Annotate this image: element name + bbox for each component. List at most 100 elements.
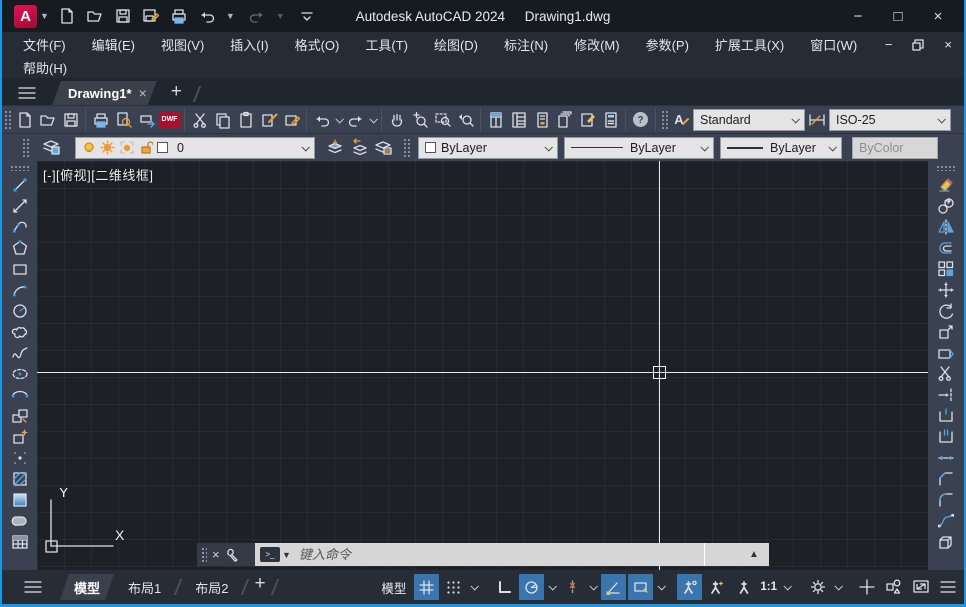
command-bar-grip[interactable] xyxy=(201,547,207,563)
save-as-button[interactable] xyxy=(139,4,163,28)
undo-dropdown-icon[interactable]: ▼ xyxy=(226,11,235,21)
close-button[interactable]: × xyxy=(918,1,958,31)
menu-express-tools[interactable]: 扩展工具(X) xyxy=(702,35,797,54)
construction-line-button[interactable] xyxy=(7,195,33,216)
tab-layout1[interactable]: 布局1 xyxy=(114,574,175,600)
insert-block-button[interactable] xyxy=(7,405,33,426)
layer-properties-manager-button[interactable] xyxy=(39,136,63,160)
save-button[interactable] xyxy=(59,108,82,132)
text-style-button[interactable]: A xyxy=(670,108,693,132)
rectangle-button[interactable] xyxy=(7,258,33,279)
doc-restore-button[interactable] xyxy=(912,39,924,51)
plot-preview-button[interactable] xyxy=(112,108,135,132)
menu-file[interactable]: 文件(F) xyxy=(10,35,79,54)
command-dropdown-icon[interactable]: ▼ xyxy=(282,550,291,560)
command-history-arrow[interactable]: ▲ xyxy=(739,543,769,566)
make-layer-current-button[interactable] xyxy=(323,136,347,160)
drawing-canvas[interactable]: [-][俯视][二维线框] Y X Y X xyxy=(37,161,928,570)
rotate-button[interactable] xyxy=(933,300,959,321)
copy-clip-button[interactable] xyxy=(211,108,234,132)
plot-button[interactable] xyxy=(89,108,112,132)
layer-states-button[interactable] xyxy=(371,136,395,160)
blend-curves-button[interactable] xyxy=(933,510,959,531)
doc-minimize-button[interactable]: − xyxy=(885,37,893,52)
doc-tab-close-icon[interactable]: × xyxy=(139,85,147,101)
otrack-dropdown-icon[interactable] xyxy=(587,574,599,600)
polyline-button[interactable] xyxy=(7,216,33,237)
redo-button[interactable] xyxy=(344,108,367,132)
wrench-icon[interactable] xyxy=(225,547,240,562)
snap-dropdown-icon[interactable] xyxy=(468,574,480,600)
layer-previous-button[interactable] xyxy=(347,136,371,160)
osnap-dropdown-icon[interactable] xyxy=(655,574,667,600)
doc-close-button[interactable]: × xyxy=(944,37,952,52)
undo-button[interactable] xyxy=(195,4,219,28)
edit-block-button[interactable] xyxy=(280,108,303,132)
properties-palette-button[interactable] xyxy=(484,108,507,132)
gradient-button[interactable] xyxy=(7,489,33,510)
tab-model[interactable]: 模型 xyxy=(60,574,114,600)
clean-screen-button[interactable] xyxy=(908,574,933,600)
linetype-select[interactable]: ByLayer xyxy=(564,137,714,159)
logo-dropdown-icon[interactable]: ▼ xyxy=(40,11,49,21)
trim-button[interactable] xyxy=(933,363,959,384)
text-style-select[interactable]: Standard xyxy=(693,109,805,131)
polar-tracking-toggle[interactable] xyxy=(519,574,544,600)
acad-logo-icon[interactable]: A xyxy=(14,5,37,28)
grid-toggle[interactable] xyxy=(414,574,439,600)
hatch-button[interactable] xyxy=(7,468,33,489)
scale-button[interactable] xyxy=(933,321,959,342)
save-button[interactable] xyxy=(111,4,135,28)
menu-view[interactable]: 视图(V) xyxy=(148,35,217,54)
open-button[interactable] xyxy=(36,108,59,132)
move-button[interactable] xyxy=(933,279,959,300)
doc-tab-drawing1[interactable]: Drawing1* × xyxy=(52,81,157,105)
dim-style-select[interactable]: ISO-25 xyxy=(829,109,951,131)
redo-dropdown-icon[interactable] xyxy=(367,108,378,132)
match-properties-button[interactable] xyxy=(257,108,280,132)
point-button[interactable] xyxy=(7,447,33,468)
minimize-button[interactable]: − xyxy=(838,1,878,31)
break-button[interactable] xyxy=(933,426,959,447)
menu-modify[interactable]: 修改(M) xyxy=(561,35,633,54)
new-drawing-tab-button[interactable]: + xyxy=(171,81,182,105)
color-select[interactable]: ByLayer xyxy=(418,137,558,159)
snap-toggle[interactable] xyxy=(441,574,466,600)
undo-dropdown-icon[interactable] xyxy=(333,108,344,132)
create-block-button[interactable] xyxy=(7,426,33,447)
command-input[interactable] xyxy=(293,547,739,562)
paste-button[interactable] xyxy=(234,108,257,132)
maximize-button[interactable]: □ xyxy=(878,1,918,31)
plot-button[interactable] xyxy=(167,4,191,28)
lineweight-select[interactable]: ByLayer xyxy=(720,137,842,159)
polygon-button[interactable] xyxy=(7,237,33,258)
layout-tabs-menu-icon[interactable] xyxy=(16,575,50,599)
layer-on-bulb-icon[interactable] xyxy=(82,141,96,155)
menu-window[interactable]: 窗口(W) xyxy=(797,35,870,54)
offset-button[interactable] xyxy=(933,237,959,258)
sheet-set-manager-button[interactable] xyxy=(553,108,576,132)
arc-button[interactable] xyxy=(7,279,33,300)
menu-tools[interactable]: 工具(T) xyxy=(352,35,421,54)
redo-button[interactable] xyxy=(245,4,269,28)
isolate-objects-button[interactable] xyxy=(854,574,879,600)
dwf-button[interactable]: DWF xyxy=(158,108,181,132)
toolbar-grip[interactable] xyxy=(10,165,30,171)
array-button[interactable] xyxy=(933,258,959,279)
new-button[interactable] xyxy=(13,108,36,132)
menu-edit[interactable]: 编辑(E) xyxy=(79,35,148,54)
join-button[interactable] xyxy=(933,447,959,468)
selection-cycling-button[interactable] xyxy=(881,574,906,600)
chamfer-button[interactable] xyxy=(933,468,959,489)
menu-insert[interactable]: 插入(I) xyxy=(217,35,281,54)
cut-button[interactable] xyxy=(188,108,211,132)
workspace-dropdown-icon[interactable] xyxy=(832,574,844,600)
customize-button[interactable] xyxy=(935,574,960,600)
auto-annotation-scale-toggle[interactable] xyxy=(704,574,729,600)
layer-unlock-icon[interactable] xyxy=(139,140,153,155)
circle-button[interactable] xyxy=(7,300,33,321)
ellipse-button[interactable] xyxy=(7,363,33,384)
revision-cloud-button[interactable] xyxy=(7,321,33,342)
tab-layout2[interactable]: 布局2 xyxy=(181,574,242,600)
object-snap-tracking-toggle[interactable] xyxy=(560,574,585,600)
